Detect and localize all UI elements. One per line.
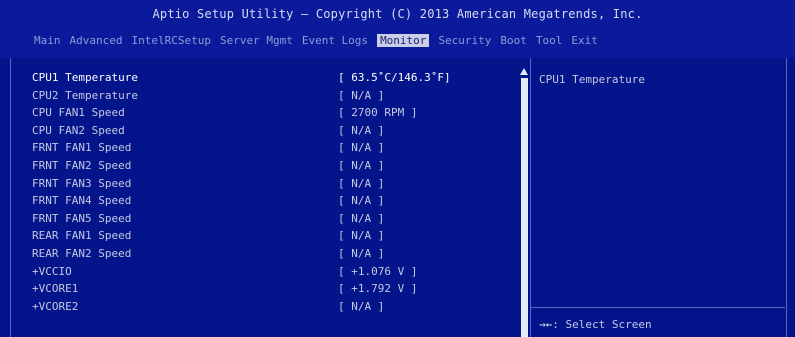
setting-label: FRNT FAN5 Speed xyxy=(32,211,132,225)
tab-boot[interactable]: Boot xyxy=(500,34,527,47)
setting-label: +VCORE2 xyxy=(32,299,79,313)
setting-label: CPU FAN2 Speed xyxy=(32,123,125,137)
setting-value: [ N/A ] xyxy=(338,141,385,155)
arrow-left-right-icon: →← xyxy=(539,318,553,331)
setting-value: [ N/A ] xyxy=(338,299,385,313)
setting-value: [ N/A ] xyxy=(338,176,385,190)
setting-row[interactable]: FRNT FAN3 Speed [ N/A ] xyxy=(32,176,522,192)
setting-label: FRNT FAN1 Speed xyxy=(32,141,132,155)
setting-label: FRNT FAN4 Speed xyxy=(32,194,132,208)
tab-exit[interactable]: Exit xyxy=(571,34,598,47)
setting-value: [ 63.5˚C/146.3˚F] xyxy=(338,71,451,84)
menu-bar: Main Advanced IntelRCSetup Server Mgmt Event… xyxy=(0,30,795,50)
tab-monitor[interactable]: Monitor xyxy=(377,33,430,47)
setting-row[interactable]: FRNT FAN5 Speed [ N/A ] xyxy=(32,211,522,227)
setting-value: [ N/A ] xyxy=(338,194,385,208)
setting-row[interactable]: CPU FAN2 Speed [ N/A ] xyxy=(32,123,522,139)
setting-label: +VCORE1 xyxy=(32,282,79,296)
help-panel: CPU1 Temperature →←: Select Screen xyxy=(531,58,785,337)
setting-value: [ N/A ] xyxy=(338,247,385,260)
select-screen-hint: →←: Select Screen xyxy=(539,318,652,331)
hint-text: : Select Screen xyxy=(552,318,652,331)
setting-label: REAR FAN1 Speed xyxy=(32,229,132,243)
setting-value: [ N/A ] xyxy=(338,229,385,243)
setting-value: [ 2700 RPM ] xyxy=(338,106,418,120)
setting-label: CPU FAN1 Speed xyxy=(32,106,125,120)
setting-label: REAR FAN2 Speed xyxy=(32,247,132,260)
setting-row[interactable]: FRNT FAN1 Speed [ N/A ] xyxy=(32,140,522,156)
setting-row[interactable]: CPU FAN1 Speed [ 2700 RPM ] xyxy=(32,105,522,121)
scroll-up-arrow-icon[interactable] xyxy=(520,68,528,75)
setting-label: FRNT FAN3 Speed xyxy=(32,176,132,190)
setting-row[interactable]: +VCORE1 [ +1.792 V ] xyxy=(32,281,522,297)
setting-row[interactable]: FRNT FAN4 Speed [ N/A ] xyxy=(32,193,522,209)
setting-row[interactable]: +VCCIO [ +1.076 V ] xyxy=(32,264,522,280)
setting-value: [ +1.076 V ] xyxy=(338,264,418,278)
setting-label: CPU1 Temperature xyxy=(32,71,138,84)
setting-row[interactable]: +VCORE2 [ N/A ] xyxy=(32,299,522,315)
tab-advanced[interactable]: Advanced xyxy=(70,34,123,47)
setting-row[interactable]: CPU2 Temperature [ N/A ] xyxy=(32,88,522,104)
setting-row[interactable]: REAR FAN1 Speed [ N/A ] xyxy=(32,228,522,244)
tab-event-logs[interactable]: Event Logs xyxy=(302,34,368,47)
setting-label: CPU2 Temperature xyxy=(32,88,138,102)
setting-value: [ N/A ] xyxy=(338,88,385,102)
setting-value: [ N/A ] xyxy=(338,211,385,225)
monitor-settings-panel: CPU1 Temperature [ 63.5˚C/146.3˚F] CPU2 Te… xyxy=(10,58,522,337)
tab-server-mgmt[interactable]: Server Mgmt xyxy=(220,34,293,47)
scroll-thumb[interactable] xyxy=(521,78,528,337)
setting-label: +VCCIO xyxy=(32,264,72,278)
setting-row[interactable]: FRNT FAN2 Speed [ N/A ] xyxy=(32,158,522,174)
setting-value: [ +1.792 V ] xyxy=(338,282,418,296)
setting-row[interactable]: REAR FAN2 Speed [ N/A ] xyxy=(32,246,522,262)
tab-tool[interactable]: Tool xyxy=(536,34,563,47)
setting-row[interactable]: CPU1 Temperature [ 63.5˚C/146.3˚F] xyxy=(32,70,522,86)
help-title: CPU1 Temperature xyxy=(539,73,645,86)
help-divider xyxy=(531,307,785,308)
setting-value: [ N/A ] xyxy=(338,159,385,172)
setting-value: [ N/A ] xyxy=(338,123,385,137)
tab-main[interactable]: Main xyxy=(34,34,61,47)
header-bar: Aptio Setup Utility – Copyright (C) 2013… xyxy=(0,0,795,58)
bios-title: Aptio Setup Utility – Copyright (C) 2013… xyxy=(152,7,643,21)
tab-intelrcsetup[interactable]: IntelRCSetup xyxy=(131,34,210,47)
tab-security[interactable]: Security xyxy=(438,34,491,47)
scrollbar[interactable] xyxy=(520,68,528,337)
setting-label: FRNT FAN2 Speed xyxy=(32,159,132,172)
